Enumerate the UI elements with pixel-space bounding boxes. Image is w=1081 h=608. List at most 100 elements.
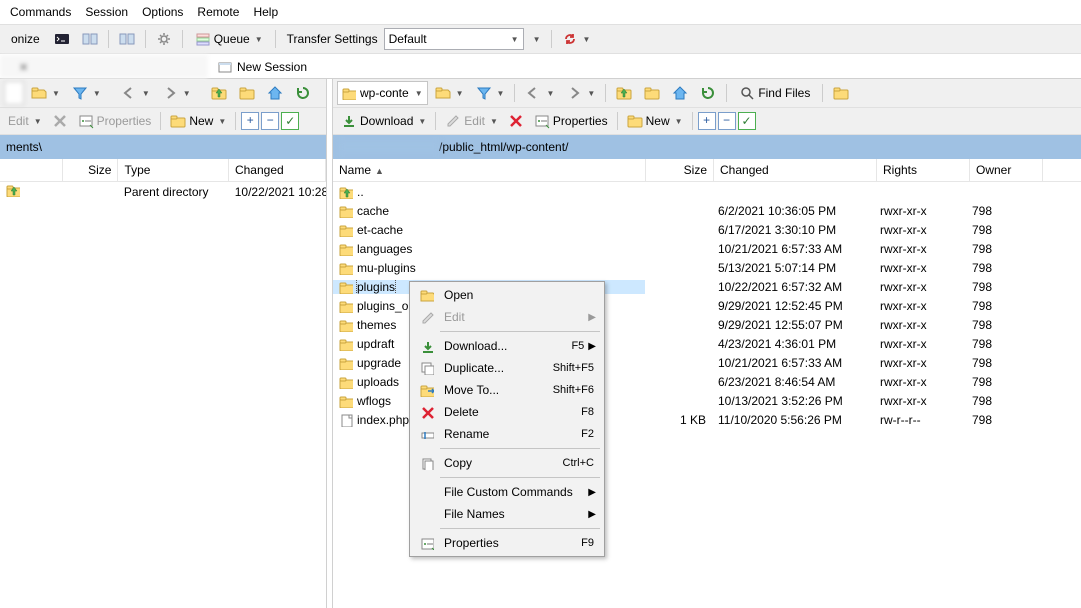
transfer-settings-gear[interactable]: ▼ (526, 27, 546, 51)
menu-help[interactable]: Help (247, 3, 284, 21)
remote-forward-button[interactable]: ▼ (561, 81, 600, 105)
local-forward-button[interactable]: ▼ (157, 81, 196, 105)
remote-properties-button[interactable]: Properties (530, 110, 612, 132)
context-menu-properties[interactable]: PropertiesF9 (412, 532, 602, 554)
remote-plus-button[interactable]: + (698, 112, 716, 130)
sync-browse-button[interactable] (114, 27, 140, 51)
remote-col-name[interactable]: Name▲ (333, 159, 646, 181)
remote-bookmark-button[interactable] (828, 81, 854, 105)
session-tab-active[interactable]: ✕ (0, 55, 208, 78)
menu-options[interactable]: Options (136, 3, 189, 21)
remote-open-folder-button[interactable]: ▼ (430, 81, 469, 105)
menu-commands[interactable]: Commands (4, 3, 77, 21)
list-row[interactable]: .. (333, 182, 1081, 201)
remote-path[interactable]: /public_html/wp-content/ (333, 135, 1081, 159)
local-parent-button[interactable] (206, 81, 232, 105)
gear-button[interactable] (151, 27, 177, 51)
new-session-tab[interactable]: New Session (208, 55, 316, 78)
synchronize-button[interactable]: onize (4, 27, 47, 51)
transfer-settings-value: Default (389, 32, 427, 46)
remote-parent-button[interactable] (611, 81, 637, 105)
compare-button[interactable] (77, 27, 103, 51)
remote-download-button[interactable]: Download▼ (337, 110, 430, 132)
list-row[interactable]: languages10/21/2021 6:57:33 AMrwxr-xr-x7… (333, 239, 1081, 258)
local-check-button[interactable]: ✓ (281, 112, 299, 130)
context-menu-rename[interactable]: RenameF2 (412, 423, 602, 445)
local-filter-button[interactable]: ▼ (67, 81, 106, 105)
context-menu-file-custom-commands[interactable]: File Custom Commands▶ (412, 481, 602, 503)
chevron-down-icon: ▼ (533, 35, 541, 44)
copy-icon (420, 456, 434, 470)
local-path[interactable]: ments\ (0, 135, 326, 159)
remote-refresh-button[interactable] (695, 81, 721, 105)
menu-session[interactable]: Session (79, 3, 134, 21)
queue-button[interactable]: Queue ▼ (188, 27, 270, 51)
local-drive-select[interactable] (4, 81, 24, 105)
context-menu-duplicate-[interactable]: Duplicate...Shift+F5 (412, 357, 602, 379)
local-back-button[interactable]: ▼ (116, 81, 155, 105)
context-menu-open[interactable]: Open (412, 284, 602, 306)
local-minus-button[interactable]: − (261, 112, 279, 130)
filter-icon (476, 85, 492, 101)
local-delete-button[interactable] (48, 110, 72, 132)
context-menu-file-names[interactable]: File Names▶ (412, 503, 602, 525)
local-root-button[interactable] (234, 81, 260, 105)
remote-find-files-button[interactable]: Find Files (732, 81, 817, 105)
remote-col-changed[interactable]: Changed (714, 159, 877, 181)
folder-icon (339, 280, 353, 294)
chevron-right-icon: ▶ (588, 312, 598, 323)
remote-edit-button[interactable]: Edit▼ (441, 110, 502, 132)
local-plus-button[interactable]: + (241, 112, 259, 130)
remote-col-rights[interactable]: Rights (877, 159, 970, 181)
close-icon[interactable]: ✕ (19, 61, 28, 74)
list-row[interactable]: mu-plugins5/13/2021 5:07:14 PMrwxr-xr-x7… (333, 258, 1081, 277)
remote-col-owner[interactable]: Owner (970, 159, 1043, 181)
local-col-changed[interactable]: Changed (229, 159, 326, 181)
remote-check-button[interactable]: ✓ (738, 112, 756, 130)
local-refresh-button[interactable] (290, 81, 316, 105)
file-name: languages (357, 242, 412, 256)
local-col-name[interactable] (0, 159, 63, 181)
properties-icon (534, 113, 550, 129)
local-open-folder-button[interactable]: ▼ (26, 81, 65, 105)
pane-splitter[interactable] (326, 79, 333, 608)
transfer-settings-select[interactable]: Default ▼ (384, 28, 524, 50)
remote-root-button[interactable] (639, 81, 665, 105)
context-menu-copy[interactable]: CopyCtrl+C (412, 452, 602, 474)
context-menu-download-[interactable]: Download...F5▶ (412, 335, 602, 357)
list-row[interactable]: Parent directory10/22/2021 10:28 (0, 182, 326, 201)
terminal-button[interactable] (49, 27, 75, 51)
local-properties-button[interactable]: Properties (74, 110, 156, 132)
remote-filter-button[interactable]: ▼ (471, 81, 510, 105)
context-menu-delete[interactable]: DeleteF8 (412, 401, 602, 423)
remote-col-size[interactable]: Size (646, 159, 714, 181)
remote-back-button[interactable]: ▼ (520, 81, 559, 105)
transfer-settings-label: Transfer Settings (287, 32, 378, 46)
duplicate-icon (420, 361, 434, 375)
sync-button[interactable]: ▼ (557, 27, 596, 51)
chevron-down-icon: ▼ (93, 89, 101, 98)
local-col-type[interactable]: Type (118, 159, 229, 181)
local-col-size[interactable]: Size (63, 159, 118, 181)
local-edit-button[interactable]: Edit▼ (4, 110, 46, 132)
filter-icon (72, 85, 88, 101)
local-home-button[interactable] (262, 81, 288, 105)
local-new-button[interactable]: New▼ (166, 110, 230, 132)
menu-remote[interactable]: Remote (191, 3, 245, 21)
queue-label: Queue (214, 32, 250, 46)
remote-home-button[interactable] (667, 81, 693, 105)
local-navbar: ▼ ▼ ▼ ▼ (0, 79, 326, 108)
local-list[interactable]: Parent directory10/22/2021 10:28 (0, 182, 326, 608)
list-row[interactable]: cache6/2/2021 10:36:05 PMrwxr-xr-x798 (333, 201, 1081, 220)
remote-new-button[interactable]: New▼ (623, 110, 687, 132)
folder-icon (339, 261, 353, 275)
sync-icon (562, 31, 578, 47)
remote-minus-button[interactable]: − (718, 112, 736, 130)
properties-icon (78, 113, 94, 129)
file-name: .. (357, 185, 364, 199)
download-icon (420, 339, 434, 353)
context-menu-move-to-[interactable]: Move To...Shift+F6 (412, 379, 602, 401)
list-row[interactable]: et-cache6/17/2021 3:30:10 PMrwxr-xr-x798 (333, 220, 1081, 239)
remote-delete-button[interactable] (504, 110, 528, 132)
remote-drive-select[interactable]: wp-conte ▼ (337, 81, 428, 105)
